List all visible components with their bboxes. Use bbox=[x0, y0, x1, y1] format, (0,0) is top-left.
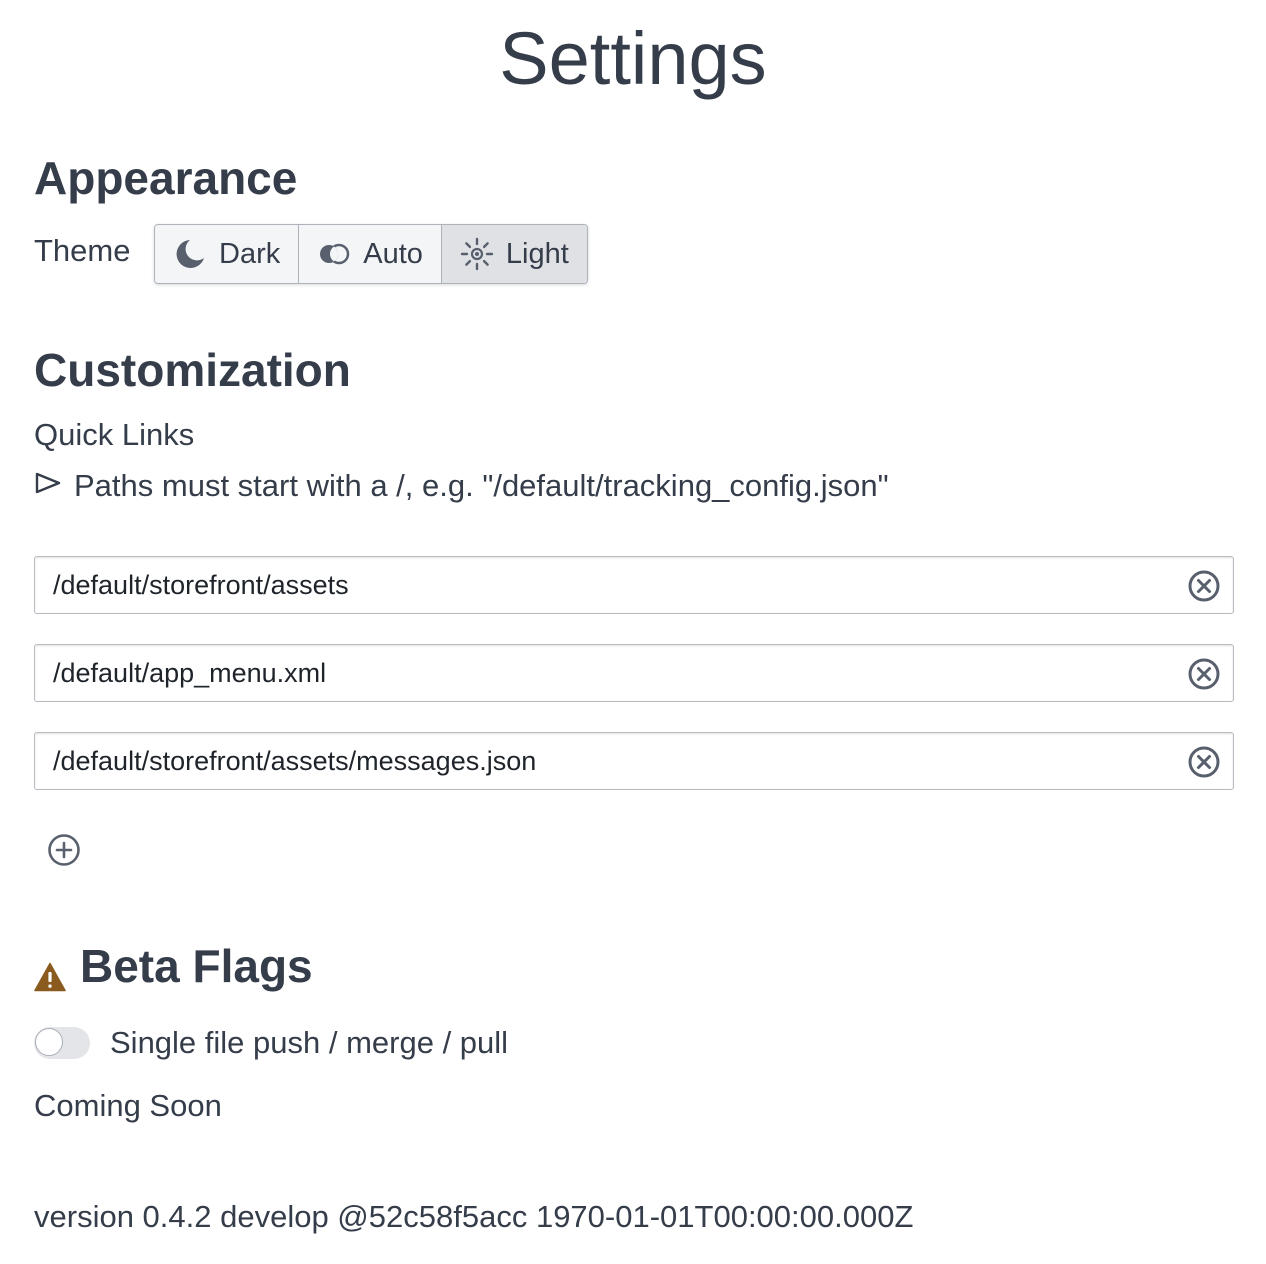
theme-label: Theme bbox=[34, 233, 131, 268]
quick-links-label: Quick Links bbox=[34, 417, 195, 452]
circle-plus-icon bbox=[48, 834, 80, 866]
single-file-toggle-row: Single file push / merge / pull bbox=[34, 1022, 508, 1064]
triangle-right-icon bbox=[34, 465, 66, 507]
circle-x-icon[interactable] bbox=[1187, 657, 1221, 691]
single-file-toggle-label: Single file push / merge / pull bbox=[110, 1025, 509, 1060]
add-quick-link-button[interactable] bbox=[46, 832, 82, 868]
quick-link-input[interactable] bbox=[53, 733, 1173, 789]
hint-text: Paths must start with a /, e.g. "/defaul… bbox=[74, 468, 889, 503]
beta-flags-heading: Beta Flags bbox=[34, 938, 313, 994]
quick-link-row bbox=[34, 644, 1234, 702]
theme-auto-label: Auto bbox=[363, 237, 423, 270]
quick-links-hint: Paths must start with a /, e.g. "/defaul… bbox=[34, 465, 889, 507]
single-file-toggle[interactable] bbox=[34, 1027, 90, 1059]
sun-icon bbox=[460, 237, 494, 271]
moon-icon bbox=[173, 237, 207, 271]
warning-icon bbox=[34, 962, 66, 992]
circle-x-icon[interactable] bbox=[1187, 569, 1221, 603]
auto-theme-icon bbox=[317, 237, 351, 271]
theme-toggle-group: Dark Auto Light bbox=[154, 224, 588, 284]
beta-flags-title: Beta Flags bbox=[80, 940, 313, 992]
quick-link-row bbox=[34, 556, 1234, 614]
theme-dark-label: Dark bbox=[219, 237, 281, 270]
toggle-knob bbox=[35, 1028, 63, 1056]
quick-link-input[interactable] bbox=[53, 557, 1173, 613]
quick-link-input[interactable] bbox=[53, 645, 1173, 701]
version-info: version 0.4.2 develop @52c58f5acc 1970-0… bbox=[34, 1199, 914, 1234]
theme-dark-button[interactable]: Dark bbox=[155, 225, 300, 283]
circle-x-icon[interactable] bbox=[1187, 745, 1221, 779]
quick-link-row bbox=[34, 732, 1234, 790]
customization-heading: Customization bbox=[34, 344, 351, 396]
theme-light-button[interactable]: Light bbox=[441, 225, 587, 283]
appearance-heading: Appearance bbox=[34, 152, 298, 204]
theme-auto-button[interactable]: Auto bbox=[299, 225, 442, 283]
theme-light-label: Light bbox=[505, 237, 569, 270]
page-title: Settings bbox=[499, 17, 767, 100]
coming-soon-text: Coming Soon bbox=[34, 1088, 222, 1123]
